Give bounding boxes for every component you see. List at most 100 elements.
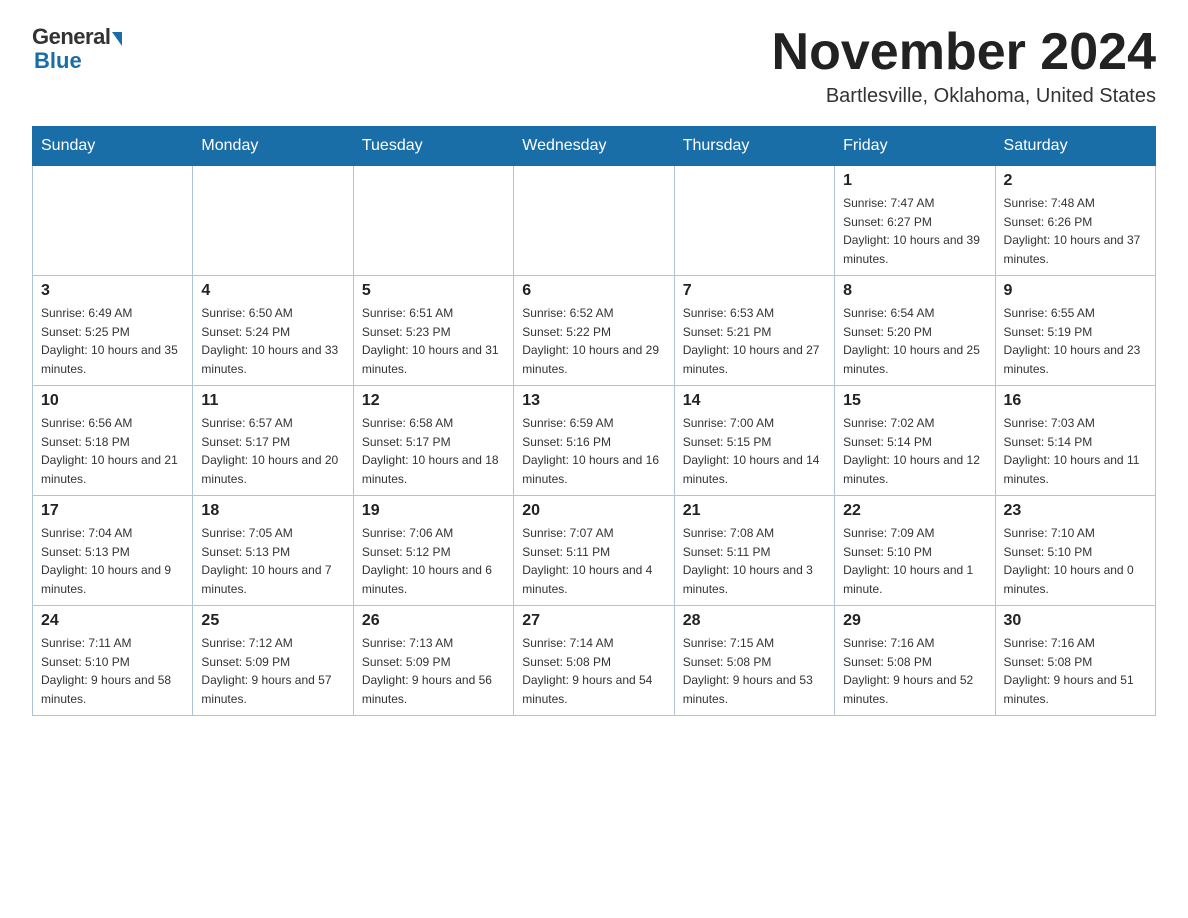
weekday-header-wednesday: Wednesday — [514, 127, 674, 166]
day-number: 30 — [1004, 612, 1147, 630]
calendar-cell: 10 Sunrise: 6:56 AM Sunset: 5:18 PM Dayli… — [33, 386, 193, 496]
day-number: 10 — [41, 392, 184, 410]
day-number: 16 — [1004, 392, 1147, 410]
logo-general-text: General — [32, 24, 110, 50]
calendar-cell: 15 Sunrise: 7:02 AM Sunset: 5:14 PM Dayli… — [835, 386, 995, 496]
sun-info: Sunrise: 7:07 AM Sunset: 5:11 PM Dayligh… — [522, 524, 665, 598]
day-number: 6 — [522, 282, 665, 300]
sun-info: Sunrise: 7:48 AM Sunset: 6:26 PM Dayligh… — [1004, 194, 1147, 268]
sun-info: Sunrise: 7:00 AM Sunset: 5:15 PM Dayligh… — [683, 414, 826, 488]
day-number: 11 — [201, 392, 344, 410]
logo: General Blue — [32, 24, 122, 74]
weekday-header-saturday: Saturday — [995, 127, 1155, 166]
sun-info: Sunrise: 6:50 AM Sunset: 5:24 PM Dayligh… — [201, 304, 344, 378]
weekday-header-tuesday: Tuesday — [353, 127, 513, 166]
sun-info: Sunrise: 6:57 AM Sunset: 5:17 PM Dayligh… — [201, 414, 344, 488]
calendar-cell — [674, 166, 834, 276]
sun-info: Sunrise: 7:06 AM Sunset: 5:12 PM Dayligh… — [362, 524, 505, 598]
day-number: 9 — [1004, 282, 1147, 300]
calendar-cell: 13Sunrise: 6:59 AM Sunset: 5:16 PM Dayli… — [514, 386, 674, 496]
calendar-cell: 30 Sunrise: 7:16 AM Sunset: 5:08 PM Dayli… — [995, 606, 1155, 716]
sun-info: Sunrise: 6:55 AM Sunset: 5:19 PM Dayligh… — [1004, 304, 1147, 378]
month-title: November 2024 — [772, 24, 1156, 81]
calendar-cell — [353, 166, 513, 276]
sun-info: Sunrise: 7:16 AM Sunset: 5:08 PM Dayligh… — [1004, 634, 1147, 708]
calendar-cell: 24 Sunrise: 7:11 AM Sunset: 5:10 PM Dayli… — [33, 606, 193, 716]
calendar-cell: 9 Sunrise: 6:55 AM Sunset: 5:19 PM Daylig… — [995, 276, 1155, 386]
weekday-header-thursday: Thursday — [674, 127, 834, 166]
weekday-header-friday: Friday — [835, 127, 995, 166]
day-number: 18 — [201, 502, 344, 520]
calendar-cell: 5 Sunrise: 6:51 AM Sunset: 5:23 PM Daylig… — [353, 276, 513, 386]
calendar-cell: 7 Sunrise: 6:53 AM Sunset: 5:21 PM Daylig… — [674, 276, 834, 386]
sun-info: Sunrise: 7:12 AM Sunset: 5:09 PM Dayligh… — [201, 634, 344, 708]
sun-info: Sunrise: 6:51 AM Sunset: 5:23 PM Dayligh… — [362, 304, 505, 378]
day-number: 3 — [41, 282, 184, 300]
calendar-cell: 3 Sunrise: 6:49 AM Sunset: 5:25 PM Daylig… — [33, 276, 193, 386]
logo-arrow-icon — [112, 32, 122, 46]
sun-info: Sunrise: 6:54 AM Sunset: 5:20 PM Dayligh… — [843, 304, 986, 378]
calendar-cell: 23Sunrise: 7:10 AM Sunset: 5:10 PM Dayli… — [995, 496, 1155, 606]
day-number: 22 — [843, 502, 986, 520]
calendar-cell: 19Sunrise: 7:06 AM Sunset: 5:12 PM Dayli… — [353, 496, 513, 606]
calendar-week-3: 10 Sunrise: 6:56 AM Sunset: 5:18 PM Dayli… — [33, 386, 1156, 496]
calendar-cell: 6 Sunrise: 6:52 AM Sunset: 5:22 PM Daylig… — [514, 276, 674, 386]
calendar-cell — [193, 166, 353, 276]
calendar-table: SundayMondayTuesdayWednesdayThursdayFrid… — [32, 126, 1156, 716]
day-number: 13 — [522, 392, 665, 410]
title-block: November 2024 Bartlesville, Oklahoma, Un… — [772, 24, 1156, 108]
day-number: 7 — [683, 282, 826, 300]
calendar-cell: 18Sunrise: 7:05 AM Sunset: 5:13 PM Dayli… — [193, 496, 353, 606]
calendar-cell: 12Sunrise: 6:58 AM Sunset: 5:17 PM Dayli… — [353, 386, 513, 496]
location-text: Bartlesville, Oklahoma, United States — [772, 85, 1156, 108]
sun-info: Sunrise: 6:56 AM Sunset: 5:18 PM Dayligh… — [41, 414, 184, 488]
sun-info: Sunrise: 7:03 AM Sunset: 5:14 PM Dayligh… — [1004, 414, 1147, 488]
day-number: 25 — [201, 612, 344, 630]
sun-info: Sunrise: 6:58 AM Sunset: 5:17 PM Dayligh… — [362, 414, 505, 488]
sun-info: Sunrise: 7:09 AM Sunset: 5:10 PM Dayligh… — [843, 524, 986, 598]
calendar-cell: 27Sunrise: 7:14 AM Sunset: 5:08 PM Dayli… — [514, 606, 674, 716]
calendar-cell: 17Sunrise: 7:04 AM Sunset: 5:13 PM Dayli… — [33, 496, 193, 606]
calendar-week-1: 1 Sunrise: 7:47 AM Sunset: 6:27 PM Daylig… — [33, 166, 1156, 276]
sun-info: Sunrise: 7:02 AM Sunset: 5:14 PM Dayligh… — [843, 414, 986, 488]
calendar-week-2: 3 Sunrise: 6:49 AM Sunset: 5:25 PM Daylig… — [33, 276, 1156, 386]
calendar-week-4: 17Sunrise: 7:04 AM Sunset: 5:13 PM Dayli… — [33, 496, 1156, 606]
weekday-header-sunday: Sunday — [33, 127, 193, 166]
day-number: 14 — [683, 392, 826, 410]
day-number: 24 — [41, 612, 184, 630]
sun-info: Sunrise: 6:49 AM Sunset: 5:25 PM Dayligh… — [41, 304, 184, 378]
sun-info: Sunrise: 7:04 AM Sunset: 5:13 PM Dayligh… — [41, 524, 184, 598]
calendar-cell: 28Sunrise: 7:15 AM Sunset: 5:08 PM Dayli… — [674, 606, 834, 716]
calendar-cell: 2 Sunrise: 7:48 AM Sunset: 6:26 PM Daylig… — [995, 166, 1155, 276]
calendar-cell: 8Sunrise: 6:54 AM Sunset: 5:20 PM Daylig… — [835, 276, 995, 386]
day-number: 20 — [522, 502, 665, 520]
day-number: 26 — [362, 612, 505, 630]
calendar-cell: 21 Sunrise: 7:08 AM Sunset: 5:11 PM Dayli… — [674, 496, 834, 606]
day-number: 5 — [362, 282, 505, 300]
sun-info: Sunrise: 7:47 AM Sunset: 6:27 PM Dayligh… — [843, 194, 986, 268]
sun-info: Sunrise: 7:16 AM Sunset: 5:08 PM Dayligh… — [843, 634, 986, 708]
day-number: 15 — [843, 392, 986, 410]
calendar-cell — [33, 166, 193, 276]
sun-info: Sunrise: 7:08 AM Sunset: 5:11 PM Dayligh… — [683, 524, 826, 598]
calendar-cell: 11 Sunrise: 6:57 AM Sunset: 5:17 PM Dayli… — [193, 386, 353, 496]
day-number: 29 — [843, 612, 986, 630]
weekday-header-row: SundayMondayTuesdayWednesdayThursdayFrid… — [33, 127, 1156, 166]
sun-info: Sunrise: 7:13 AM Sunset: 5:09 PM Dayligh… — [362, 634, 505, 708]
sun-info: Sunrise: 7:10 AM Sunset: 5:10 PM Dayligh… — [1004, 524, 1147, 598]
sun-info: Sunrise: 7:15 AM Sunset: 5:08 PM Dayligh… — [683, 634, 826, 708]
calendar-cell: 1 Sunrise: 7:47 AM Sunset: 6:27 PM Daylig… — [835, 166, 995, 276]
day-number: 1 — [843, 172, 986, 190]
calendar-cell: 4 Sunrise: 6:50 AM Sunset: 5:24 PM Daylig… — [193, 276, 353, 386]
calendar-week-5: 24 Sunrise: 7:11 AM Sunset: 5:10 PM Dayli… — [33, 606, 1156, 716]
day-number: 2 — [1004, 172, 1147, 190]
calendar-cell: 20 Sunrise: 7:07 AM Sunset: 5:11 PM Dayli… — [514, 496, 674, 606]
day-number: 21 — [683, 502, 826, 520]
sun-info: Sunrise: 6:53 AM Sunset: 5:21 PM Dayligh… — [683, 304, 826, 378]
calendar-cell: 14 Sunrise: 7:00 AM Sunset: 5:15 PM Dayli… — [674, 386, 834, 496]
sun-info: Sunrise: 7:14 AM Sunset: 5:08 PM Dayligh… — [522, 634, 665, 708]
day-number: 4 — [201, 282, 344, 300]
calendar-cell: 22 Sunrise: 7:09 AM Sunset: 5:10 PM Dayli… — [835, 496, 995, 606]
sun-info: Sunrise: 6:52 AM Sunset: 5:22 PM Dayligh… — [522, 304, 665, 378]
sun-info: Sunrise: 7:11 AM Sunset: 5:10 PM Dayligh… — [41, 634, 184, 708]
